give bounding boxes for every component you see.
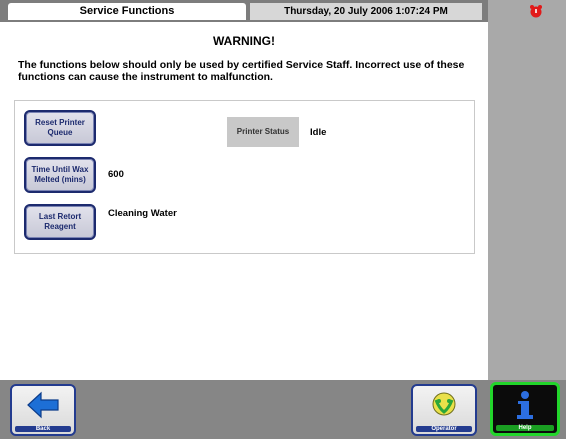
warning-text: The functions below should only be used … <box>18 59 465 83</box>
printer-status-value: Idle <box>310 127 327 138</box>
printer-status-label: Printer Status <box>227 117 299 147</box>
back-button[interactable]: Back <box>10 384 76 436</box>
right-side-panel <box>488 0 566 380</box>
datetime-display: Thursday, 20 July 2006 1:07:24 PM <box>250 3 482 20</box>
arrow-left-icon <box>27 391 59 419</box>
bottom-nav-bar <box>0 380 566 439</box>
help-button-label: Help <box>496 425 554 431</box>
last-retort-reagent-button[interactable]: Last Retort Reagent <box>24 204 96 240</box>
back-button-label: Back <box>15 426 71 432</box>
reset-printer-queue-button[interactable]: Reset Printer Queue <box>24 110 96 146</box>
operator-icon <box>432 392 456 416</box>
operator-button[interactable]: Operator <box>411 384 477 436</box>
title-bar: Service Functions Thursday, 20 July 2006… <box>0 0 488 22</box>
time-until-wax-melted-value: 600 <box>108 169 124 180</box>
warning-title: WARNING! <box>213 34 275 48</box>
info-icon <box>517 391 533 419</box>
last-retort-reagent-value: Cleaning Water <box>108 208 177 219</box>
alarm-bell-icon[interactable] <box>529 4 543 18</box>
operator-button-label: Operator <box>416 426 472 432</box>
help-button[interactable]: Help <box>490 382 560 436</box>
time-until-wax-melted-button[interactable]: Time Until Wax Melted (mins) <box>24 157 96 193</box>
page-title: Service Functions <box>8 3 246 20</box>
